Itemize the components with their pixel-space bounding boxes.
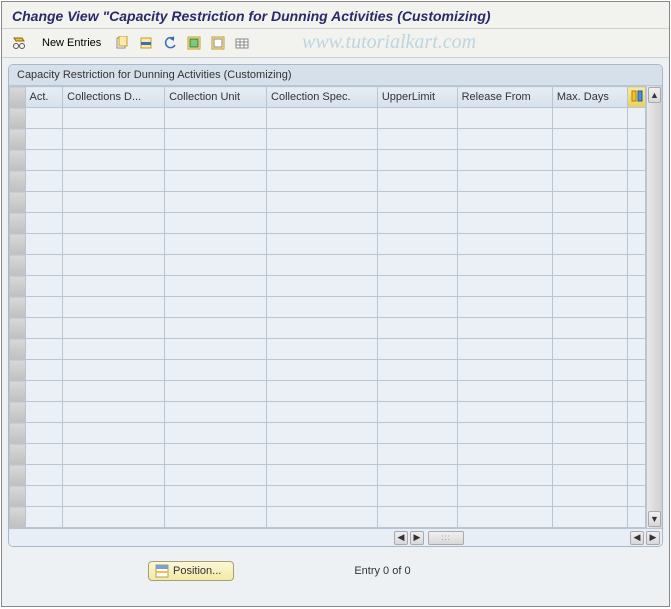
entry-counter: Entry 0 of 0 [354,565,410,577]
new-entries-button[interactable]: New Entries [34,33,109,53]
hscroll-left-button[interactable]: ◀ [394,531,408,545]
configure-columns-icon [631,90,643,102]
print-button[interactable] [231,33,253,53]
table-row[interactable] [10,318,646,339]
row-selector[interactable] [10,465,26,486]
row-selector[interactable] [10,507,26,528]
row-selector[interactable] [10,339,26,360]
row-selector[interactable] [10,360,26,381]
scroll-track[interactable] [647,104,662,510]
horizontal-scrollbar: ◀ ▶ ::: ◀ ▶ [9,528,662,546]
table-row[interactable] [10,255,646,276]
row-selector[interactable] [10,297,26,318]
table-row[interactable] [10,150,646,171]
col-upper-limit[interactable]: UpperLimit [377,87,457,108]
toolbar: New Entries [2,29,669,58]
vertical-scrollbar[interactable]: ▲ ▼ [646,86,662,528]
row-selector[interactable] [10,213,26,234]
table-row[interactable] [10,360,646,381]
col-collection-spec[interactable]: Collection Spec. [267,87,378,108]
row-selector-header[interactable] [10,87,26,108]
toggle-display-change-button[interactable] [8,33,32,53]
pencil-glasses-icon [12,35,28,51]
col-collections-d[interactable]: Collections D... [63,87,165,108]
table-row[interactable] [10,213,646,234]
table-row[interactable] [10,444,646,465]
table-row[interactable] [10,423,646,444]
row-selector[interactable] [10,276,26,297]
row-selector[interactable] [10,171,26,192]
header-row: Act. Collections D... Collection Unit Co… [10,87,646,108]
configure-columns-button[interactable] [628,87,646,108]
table-row[interactable] [10,171,646,192]
row-selector[interactable] [10,402,26,423]
table-row[interactable] [10,381,646,402]
data-grid[interactable]: Act. Collections D... Collection Unit Co… [9,86,646,528]
table-row[interactable] [10,234,646,255]
undo-icon [163,36,177,50]
position-icon [155,564,169,578]
table-row[interactable] [10,339,646,360]
position-label: Position... [173,565,221,577]
table-row[interactable] [10,486,646,507]
hscroll-right2-button[interactable]: ▶ [646,531,660,545]
undo-button[interactable] [159,33,181,53]
col-collection-unit[interactable]: Collection Unit [165,87,267,108]
row-selector[interactable] [10,381,26,402]
page-title: Change View "Capacity Restriction for Du… [2,2,669,29]
deselect-all-icon [211,36,225,50]
col-max-days[interactable]: Max. Days [552,87,627,108]
row-selector[interactable] [10,255,26,276]
table-row[interactable] [10,192,646,213]
select-all-icon [187,36,201,50]
table-row[interactable] [10,507,646,528]
scroll-down-button[interactable]: ▼ [648,511,661,527]
table-row[interactable] [10,402,646,423]
select-all-button[interactable] [183,33,205,53]
col-act[interactable]: Act. [25,87,63,108]
table-panel: Capacity Restriction for Dunning Activit… [8,64,663,547]
watermark: www.tutorialkart.com [302,31,476,54]
row-selector[interactable] [10,150,26,171]
table-row[interactable] [10,465,646,486]
table-print-icon [235,36,249,50]
row-selector[interactable] [10,108,26,129]
hscroll-left2-button[interactable]: ◀ [630,531,644,545]
copy-as-button[interactable] [111,33,133,53]
table-row[interactable] [10,129,646,150]
hscroll-right-button[interactable]: ▶ [410,531,424,545]
copy-icon [115,36,129,50]
table-row[interactable] [10,297,646,318]
position-button[interactable]: Position... [148,561,234,581]
row-selector[interactable] [10,234,26,255]
col-release-from[interactable]: Release From [457,87,552,108]
scroll-up-button[interactable]: ▲ [648,87,661,103]
hscroll-thumb[interactable]: ::: [428,531,464,545]
table-row[interactable] [10,276,646,297]
panel-title: Capacity Restriction for Dunning Activit… [9,65,662,86]
delete-icon [139,36,153,50]
row-selector[interactable] [10,423,26,444]
row-selector[interactable] [10,486,26,507]
row-selector[interactable] [10,318,26,339]
row-selector[interactable] [10,129,26,150]
table-row[interactable] [10,108,646,129]
delete-button[interactable] [135,33,157,53]
row-selector[interactable] [10,444,26,465]
deselect-all-button[interactable] [207,33,229,53]
row-selector[interactable] [10,192,26,213]
